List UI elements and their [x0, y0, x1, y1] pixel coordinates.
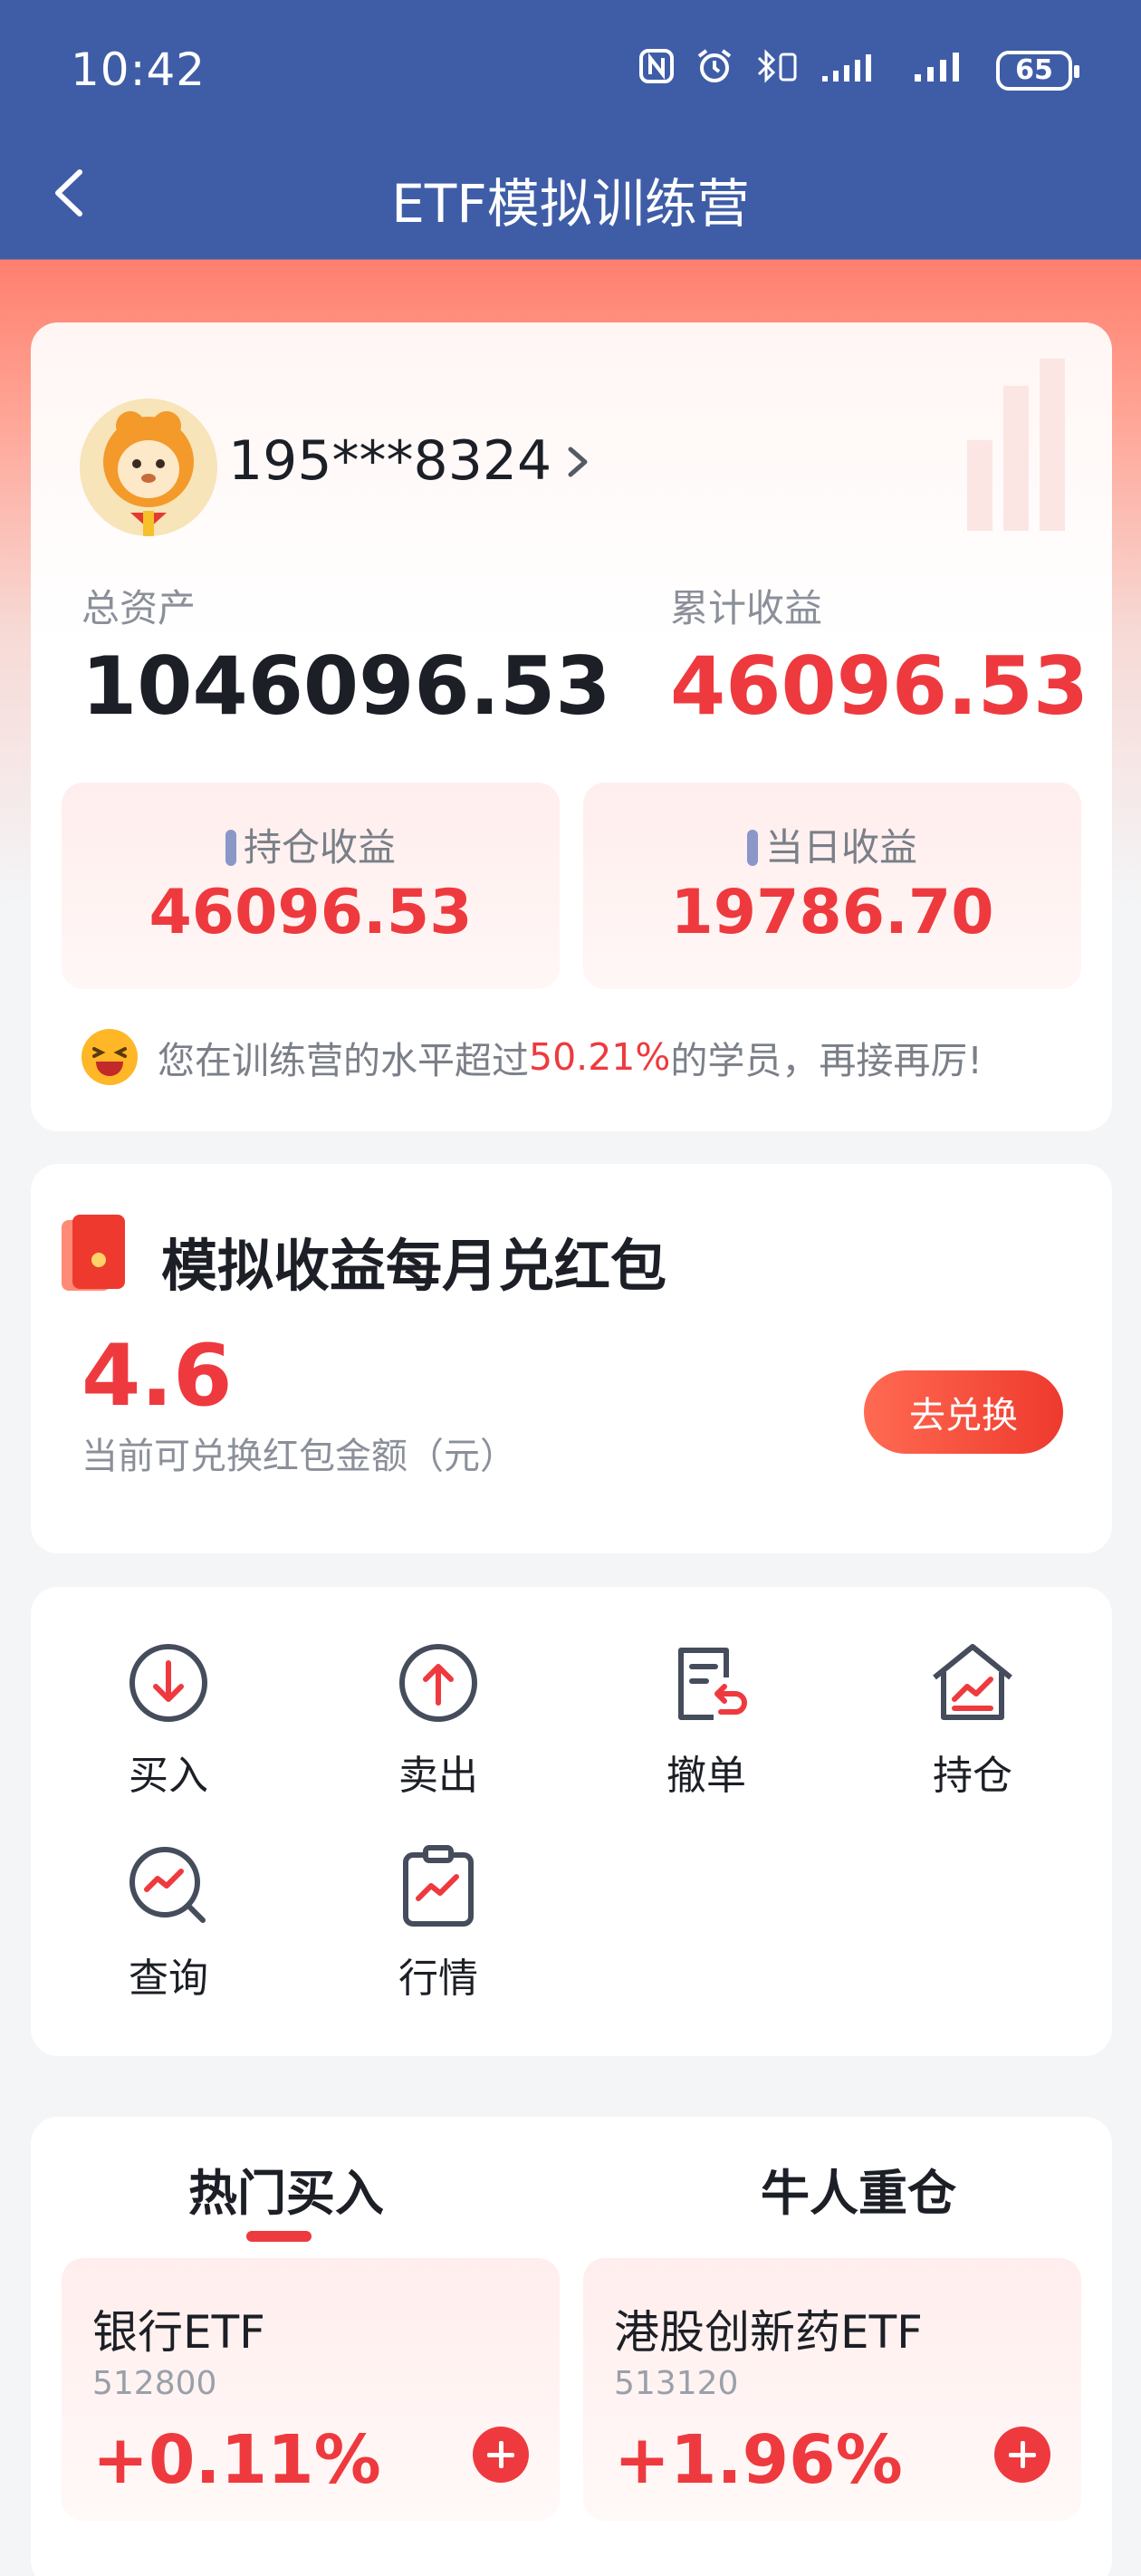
daily-income-value: 19786.70	[670, 877, 994, 948]
sell-icon	[399, 1644, 477, 1722]
battery-level: 65	[1015, 54, 1053, 86]
cumulative-income-label: 累计收益	[670, 586, 823, 630]
holdings-icon	[933, 1644, 1012, 1720]
bar-marker-icon	[746, 830, 758, 866]
total-assets-label: 总资产	[82, 586, 197, 630]
bar-marker-icon	[225, 830, 236, 866]
battery-indicator: 65	[996, 50, 1079, 91]
active-tab-indicator	[246, 2231, 312, 2242]
action-buy-label: 买入	[129, 1753, 208, 1799]
cancel-order-icon	[678, 1648, 747, 1720]
ranking-tip: 您在训练营的水平超过 50.21% 的学员，再接再厉!	[82, 1029, 983, 1085]
fund-recommend-card: 热门买入 牛人重仓 银行ETF 512800 +0.11% 港股创新药ETF 5…	[31, 2117, 1112, 2576]
holding-income-value: 46096.53	[149, 877, 473, 948]
fund-code: 513120	[614, 2365, 739, 2402]
add-plus-icon[interactable]	[994, 2427, 1050, 2483]
nfc-icon	[638, 47, 676, 93]
tip-prefix: 您在训练营的水平超过	[158, 1039, 529, 1082]
fund-name: 银行ETF	[92, 2306, 265, 2359]
fund-code: 512800	[92, 2365, 217, 2402]
trade-actions-card: 买入 卖出 撤单 持仓 查询 行情	[31, 1587, 1112, 2056]
red-packet-amount: 4.6	[82, 1327, 233, 1426]
fund-card[interactable]: 银行ETF 512800 +0.11%	[62, 2258, 560, 2521]
daily-income-label: 当日收益	[583, 817, 1081, 872]
red-packet-card: 模拟收益每月兑红包 4.6 当前可兑换红包金额（元） 去兑换	[31, 1164, 1112, 1553]
daily-income-label-text: 当日收益	[764, 825, 917, 870]
holding-income-label: 持仓收益	[62, 817, 560, 872]
action-market[interactable]: 行情	[357, 1841, 520, 2004]
status-time: 10:42	[71, 43, 206, 96]
fund-change: +1.96%	[614, 2421, 903, 2499]
action-buy[interactable]: 买入	[87, 1638, 250, 1801]
laughing-face-icon	[82, 1029, 138, 1085]
red-packet-amount-label: 当前可兑换红包金额（元）	[82, 1436, 516, 1477]
phone-number[interactable]: 195***8324	[228, 429, 551, 493]
status-icons: 65	[638, 47, 1079, 93]
total-assets-value: 1046096.53	[82, 639, 611, 733]
buy-icon	[129, 1644, 207, 1722]
holding-income-label-text: 持仓收益	[243, 825, 396, 870]
chevron-right-icon[interactable]	[560, 435, 596, 489]
page-title: ETF模拟训练营	[391, 173, 750, 235]
account-summary-card: 195***8324 总资产 1046096.53 累计收益 46096.53 …	[31, 322, 1112, 1131]
fund-name: 港股创新药ETF	[614, 2306, 923, 2359]
avatar[interactable]	[80, 399, 217, 536]
action-query-label: 查询	[129, 1956, 208, 2002]
action-query[interactable]: 查询	[87, 1841, 250, 2004]
action-market-label: 行情	[398, 1956, 478, 2002]
action-holdings-label: 持仓	[933, 1753, 1012, 1799]
action-sell-label: 卖出	[398, 1753, 478, 1799]
bluetooth-icon	[753, 47, 801, 93]
tab-hot-buy[interactable]: 热门买入	[188, 2153, 384, 2225]
action-sell[interactable]: 卖出	[357, 1638, 520, 1801]
action-cancel-order-label: 撤单	[666, 1753, 746, 1799]
fund-card[interactable]: 港股创新药ETF 513120 +1.96%	[583, 2258, 1081, 2521]
navigation-bar: ETF模拟训练营	[0, 145, 1141, 245]
query-icon	[129, 1847, 206, 1923]
lion-avatar-icon	[80, 399, 217, 536]
signal-icon	[820, 47, 893, 93]
signal-icon-2	[913, 47, 976, 93]
action-cancel-order[interactable]: 撤单	[625, 1638, 788, 1801]
add-plus-icon[interactable]	[473, 2427, 529, 2483]
red-packet-title: 模拟收益每月兑红包	[161, 1233, 667, 1299]
cumulative-income-value: 46096.53	[670, 639, 1089, 733]
action-holdings[interactable]: 持仓	[891, 1638, 1054, 1801]
alarm-icon	[695, 47, 734, 93]
market-icon	[403, 1845, 474, 1927]
red-envelope-icon	[62, 1215, 125, 1291]
status-bar: 10:42 65	[0, 0, 1141, 136]
daily-income-box: 当日收益 19786.70	[583, 783, 1081, 989]
holding-income-box: 持仓收益 46096.53	[62, 783, 560, 989]
fund-change: +0.11%	[92, 2421, 381, 2499]
tab-expert-holdings[interactable]: 牛人重仓	[761, 2153, 956, 2225]
chart-watermark-icon	[967, 359, 1065, 531]
tip-percent: 50.21%	[529, 1035, 671, 1079]
tip-suffix: 的学员，再接再厉!	[670, 1039, 983, 1082]
exchange-button[interactable]: 去兑换	[864, 1370, 1063, 1454]
